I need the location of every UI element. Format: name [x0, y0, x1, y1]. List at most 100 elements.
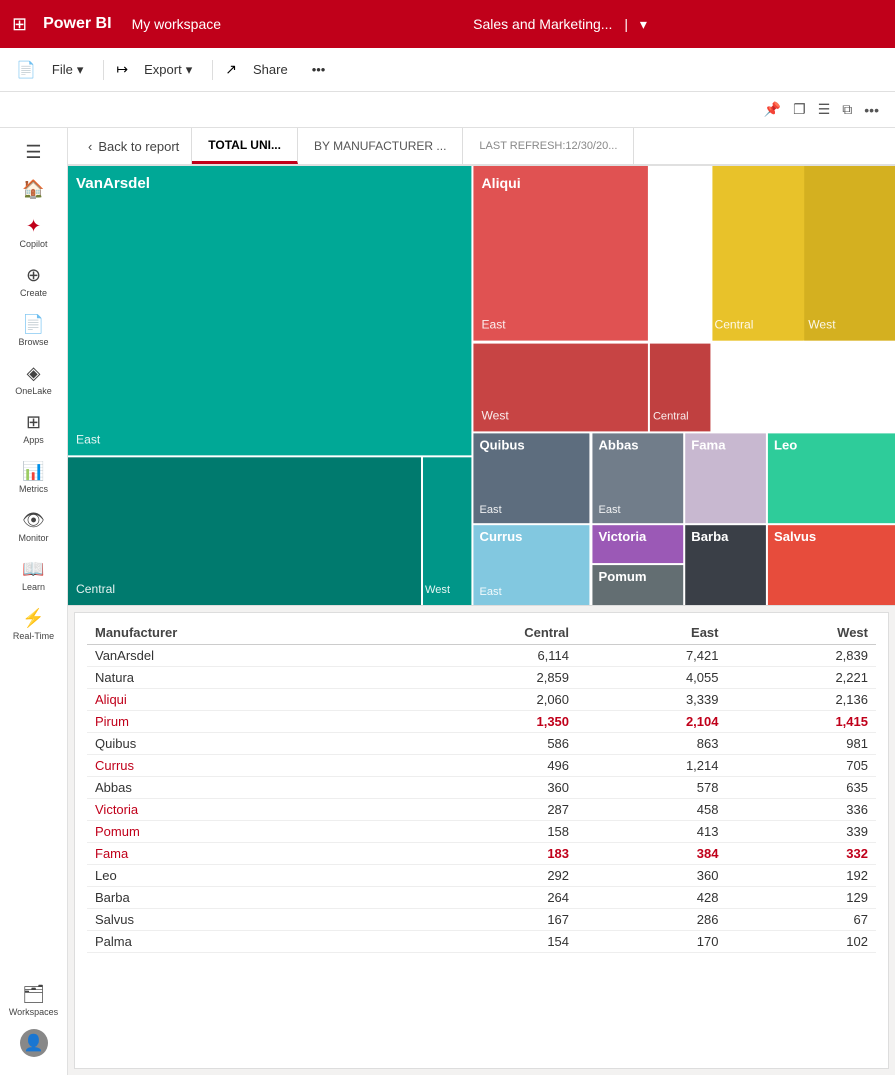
- svg-text:Central: Central: [653, 410, 689, 422]
- svg-text:Abbas: Abbas: [598, 437, 638, 452]
- logo: Power BI: [43, 15, 111, 33]
- cell-central: 360: [390, 777, 577, 799]
- file-button[interactable]: File ▾: [44, 58, 91, 82]
- grid-icon[interactable]: ⊞: [12, 14, 27, 35]
- cell-central: 1,350: [390, 711, 577, 733]
- sidebar-item-browse[interactable]: 📄 Browse: [4, 308, 64, 353]
- svg-text:Salvus: Salvus: [774, 529, 816, 544]
- learn-label: Learn: [22, 582, 45, 592]
- svg-text:Fama: Fama: [691, 437, 726, 452]
- cell-manufacturer: Abbas: [87, 777, 390, 799]
- sidebar-item-metrics[interactable]: 📊 Metrics: [4, 455, 64, 500]
- workspace-label[interactable]: My workspace: [132, 16, 221, 32]
- cell-west: 981: [727, 733, 877, 755]
- cell-central: 158: [390, 821, 577, 843]
- cell-east: 458: [577, 799, 726, 821]
- cell-central: 264: [390, 887, 577, 909]
- view-icon[interactable]: ⧉: [842, 101, 852, 118]
- treemap-vanarsdel-top[interactable]: [68, 166, 471, 455]
- create-icon: ⊕: [26, 265, 41, 286]
- copilot-label: Copilot: [19, 239, 47, 249]
- table-row[interactable]: Natura2,8594,0552,221: [87, 667, 876, 689]
- table-row[interactable]: Pomum158413339: [87, 821, 876, 843]
- cell-west: 339: [727, 821, 877, 843]
- cell-west: 705: [727, 755, 877, 777]
- cell-east: 863: [577, 733, 726, 755]
- table-row[interactable]: Victoria287458336: [87, 799, 876, 821]
- sidebar-item-apps[interactable]: ⊞ Apps: [4, 406, 64, 451]
- cell-west: 129: [727, 887, 877, 909]
- cell-central: 6,114: [390, 645, 577, 667]
- filter-icon[interactable]: ☰: [818, 101, 831, 118]
- treemap-vanarsdel-bottom[interactable]: [68, 457, 421, 605]
- svg-text:West: West: [482, 408, 510, 422]
- cell-manufacturer: Barba: [87, 887, 390, 909]
- tab-by-manufacturer[interactable]: BY MANUFACTURER ...: [298, 128, 463, 164]
- tab3-label: LAST REFRESH:12/30/20...: [479, 140, 617, 152]
- col-header-west: West: [727, 621, 877, 645]
- table-row[interactable]: Aliqui2,0603,3392,136: [87, 689, 876, 711]
- cell-west: 635: [727, 777, 877, 799]
- realtime-label: Real-Time: [13, 631, 54, 641]
- home-icon: 🏠: [22, 179, 44, 200]
- pin-icon[interactable]: 📌: [764, 101, 781, 118]
- svg-text:East: East: [598, 504, 620, 516]
- sidebar-item-onelake[interactable]: ◈ OneLake: [4, 357, 64, 402]
- cell-manufacturer: Currus: [87, 755, 390, 777]
- treemap-aliqui-top[interactable]: [473, 166, 647, 341]
- layout: ☰ 🏠 ✦ Copilot ⊕ Create 📄 Browse ◈ OneLak…: [0, 128, 895, 1075]
- table-row[interactable]: Salvus16728667: [87, 909, 876, 931]
- table-row[interactable]: Currus4961,214705: [87, 755, 876, 777]
- sidebar-item-copilot[interactable]: ✦ Copilot: [4, 210, 64, 255]
- sidebar-bottom: 🗂 Workspaces 👤: [4, 978, 64, 1075]
- back-to-report-tab[interactable]: ‹ Back to report: [76, 128, 192, 164]
- more-options-icon[interactable]: •••: [864, 102, 879, 118]
- sidebar-item-home[interactable]: 🏠: [4, 173, 64, 206]
- sidebar-item-workspaces[interactable]: 🗂 Workspaces: [4, 978, 64, 1023]
- sidebar-item-create[interactable]: ⊕ Create: [4, 259, 64, 304]
- cell-manufacturer: Victoria: [87, 799, 390, 821]
- table-row[interactable]: Abbas360578635: [87, 777, 876, 799]
- copy-icon[interactable]: ❐: [793, 101, 806, 118]
- svg-text:Aliqui: Aliqui: [482, 175, 521, 191]
- sidebar-item-hamburger[interactable]: ☰: [4, 136, 64, 169]
- treemap-pirum-central-area[interactable]: [712, 166, 803, 341]
- treemap-vanarsdel-west[interactable]: [423, 457, 471, 605]
- sidebar-item-monitor[interactable]: 👁 Monitor: [4, 504, 64, 549]
- cell-east: 1,214: [577, 755, 726, 777]
- tab2-label: BY MANUFACTURER ...: [314, 139, 446, 153]
- table-row[interactable]: Fama183384332: [87, 843, 876, 865]
- table-row[interactable]: VanArsdel6,1147,4212,839: [87, 645, 876, 667]
- cell-manufacturer: Pomum: [87, 821, 390, 843]
- cell-central: 496: [390, 755, 577, 777]
- toolbar: 📄 File ▾ ↦ Export ▾ ↗ Share •••: [0, 48, 895, 92]
- table-row[interactable]: Quibus586863981: [87, 733, 876, 755]
- sidebar-item-learn[interactable]: 📖 Learn: [4, 553, 64, 598]
- cell-west: 2,221: [727, 667, 877, 689]
- cell-west: 332: [727, 843, 877, 865]
- sidebar: ☰ 🏠 ✦ Copilot ⊕ Create 📄 Browse ◈ OneLak…: [0, 128, 68, 1075]
- dropdown-icon[interactable]: ▾: [640, 16, 647, 32]
- cell-west: 336: [727, 799, 877, 821]
- table-row[interactable]: Barba264428129: [87, 887, 876, 909]
- tab-total-units[interactable]: TOTAL UNI...: [192, 128, 298, 164]
- onelake-label: OneLake: [15, 386, 52, 396]
- table-section: Manufacturer Central East West VanArsdel…: [74, 612, 889, 1069]
- tab-last-refresh[interactable]: LAST REFRESH:12/30/20...: [463, 128, 634, 164]
- hamburger-icon: ☰: [25, 142, 41, 163]
- table-row[interactable]: Pirum1,3502,1041,415: [87, 711, 876, 733]
- sidebar-item-realtime[interactable]: ⚡ Real-Time: [4, 602, 64, 647]
- export-button[interactable]: Export ▾: [136, 58, 200, 82]
- user-avatar-container[interactable]: 👤: [4, 1023, 64, 1063]
- create-label: Create: [20, 288, 47, 298]
- table-row[interactable]: Palma154170102: [87, 931, 876, 953]
- cell-central: 167: [390, 909, 577, 931]
- title-separator: |: [624, 16, 628, 32]
- share-button[interactable]: Share: [245, 58, 296, 81]
- svg-text:Central: Central: [76, 582, 115, 596]
- file-chevron: ▾: [77, 62, 84, 78]
- share-icon: ↗: [225, 61, 237, 78]
- more-button[interactable]: •••: [304, 58, 334, 81]
- table-row[interactable]: Leo292360192: [87, 865, 876, 887]
- treemap-pirum-west[interactable]: [804, 166, 895, 341]
